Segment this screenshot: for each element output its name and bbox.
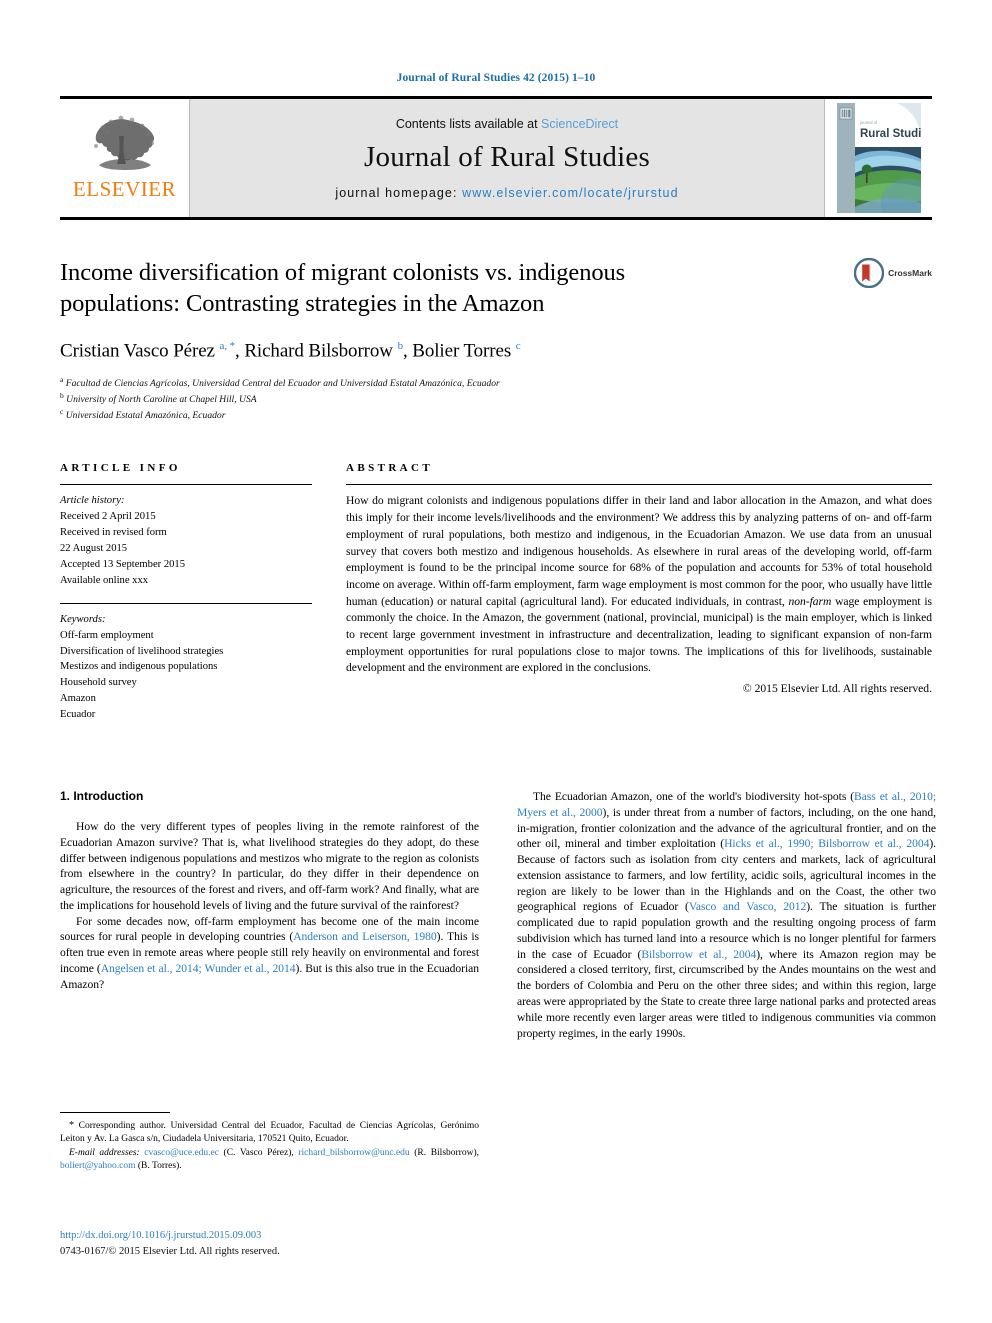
email-addresses-note: E-mail addresses: cvasco@uce.edu.ec (C. … bbox=[60, 1147, 479, 1172]
crossmark-icon bbox=[854, 258, 885, 288]
body-paragraph: For some decades now, off-farm employmen… bbox=[60, 914, 479, 991]
journal-cover-thumbnail: journal of Rural Studies bbox=[824, 99, 932, 217]
journal-masthead: ELSEVIER Contents lists available at Sci… bbox=[60, 96, 932, 220]
keyword-item: Off-farm employment bbox=[60, 629, 154, 641]
doi-block: http://dx.doi.org/10.1016/j.jrurstud.201… bbox=[60, 1228, 280, 1260]
abstract-heading: ABSTRACT bbox=[346, 462, 434, 475]
author-list: Cristian Vasco Pérez a, *, Richard Bilsb… bbox=[60, 339, 521, 362]
affiliation-line: c Universidad Estatal Amazónica, Ecuador bbox=[60, 407, 932, 423]
elsevier-wordmark: ELSEVIER bbox=[72, 177, 177, 201]
contents-available-line: Contents lists available at ScienceDirec… bbox=[396, 117, 618, 131]
footnote-block: * Corresponding author. Universidad Cent… bbox=[60, 1112, 479, 1174]
affiliation-text: University of North Caroline at Chapel H… bbox=[66, 394, 257, 406]
affiliation-line: a Facultad de Ciencias Agrícolas, Univer… bbox=[60, 375, 932, 391]
body-column-right: The Ecuadorian Amazon, one of the world'… bbox=[517, 789, 936, 1041]
article-page: Journal of Rural Studies 42 (2015) 1–10 … bbox=[0, 0, 992, 1323]
keywords-label: Keywords: bbox=[60, 613, 106, 625]
info-abstract-section: ARTICLE INFO Article history: Received 2… bbox=[60, 462, 932, 723]
keyword-item: Mestizos and indigenous populations bbox=[60, 661, 218, 673]
affiliation-marker: a bbox=[60, 375, 64, 385]
article-info-column: ARTICLE INFO Article history: Received 2… bbox=[60, 462, 312, 723]
cover-image-icon: journal of Rural Studies bbox=[836, 103, 921, 213]
affiliation-marker: b bbox=[60, 390, 64, 400]
corresponding-author-note: * Corresponding author. Universidad Cent… bbox=[60, 1120, 479, 1145]
affiliation-line: b University of North Caroline at Chapel… bbox=[60, 391, 932, 407]
page-title: Income diversification of migrant coloni… bbox=[60, 259, 626, 317]
keyword-item: Diversification of livelihood strategies bbox=[60, 645, 224, 657]
body-columns: 1. Introduction How do the very differen… bbox=[60, 789, 936, 1041]
sciencedirect-link[interactable]: ScienceDirect bbox=[541, 117, 618, 131]
elsevier-logo: ELSEVIER bbox=[60, 99, 190, 217]
running-head: Journal of Rural Studies 42 (2015) 1–10 bbox=[396, 72, 596, 84]
crossmark-label: CrossMark bbox=[888, 268, 932, 278]
contents-prefix: Contents lists available at bbox=[395, 116, 538, 131]
section-heading-introduction: 1. Introduction bbox=[60, 789, 144, 804]
svg-text:Rural Studies: Rural Studies bbox=[860, 128, 921, 140]
crossmark-badge[interactable]: CrossMark bbox=[854, 258, 932, 288]
masthead-center: Contents lists available at ScienceDirec… bbox=[190, 99, 824, 217]
article-history-item: Received in revised form bbox=[60, 527, 167, 539]
abstract-copyright: © 2015 Elsevier Ltd. All rights reserved… bbox=[742, 682, 932, 695]
divider bbox=[346, 484, 932, 486]
body-column-left: 1. Introduction How do the very differen… bbox=[60, 789, 479, 1041]
article-history-item: 22 August 2015 bbox=[60, 543, 128, 555]
article-info-heading: ARTICLE INFO bbox=[60, 462, 181, 475]
keyword-item: Household survey bbox=[60, 677, 137, 689]
journal-title: Journal of Rural Studies bbox=[364, 140, 650, 173]
abstract-column: ABSTRACT How do migrant colonists and in… bbox=[346, 462, 932, 723]
article-history-item: Received 2 April 2015 bbox=[60, 511, 156, 523]
elsevier-tree-icon bbox=[93, 115, 154, 170]
homepage-url-link[interactable]: www.elsevier.com/locate/jrurstud bbox=[462, 186, 679, 200]
divider bbox=[60, 484, 312, 486]
doi-link[interactable]: http://dx.doi.org/10.1016/j.jrurstud.201… bbox=[60, 1228, 280, 1244]
article-history-item: Accepted 13 September 2015 bbox=[60, 559, 186, 570]
affiliation-marker: c bbox=[60, 406, 64, 416]
affiliation-text: Facultad de Ciencias Agrícolas, Universi… bbox=[65, 378, 500, 390]
body-paragraph: The Ecuadorian Amazon, one of the world'… bbox=[517, 790, 936, 1040]
article-history-item: Available online xxx bbox=[60, 574, 149, 586]
homepage-prefix: journal homepage: bbox=[335, 185, 458, 200]
title-block: CrossMark Income diversification of migr… bbox=[60, 258, 932, 422]
keyword-item: Amazon bbox=[60, 693, 96, 705]
divider bbox=[60, 602, 312, 604]
body-paragraph: How do the very different types of peopl… bbox=[60, 820, 479, 912]
affiliation-text: Universidad Estatal Amazónica, Ecuador bbox=[65, 409, 226, 421]
abstract-text: How do migrant colonists and indigenous … bbox=[346, 494, 932, 675]
issn-copyright-line: 0743-0167/© 2015 Elsevier Ltd. All right… bbox=[60, 1245, 280, 1257]
journal-homepage-line: journal homepage: www.elsevier.com/locat… bbox=[335, 186, 678, 200]
keyword-item: Ecuador bbox=[60, 709, 96, 721]
footnote-divider bbox=[60, 1112, 170, 1113]
article-history-label: Article history: bbox=[60, 495, 125, 507]
svg-text:journal of: journal of bbox=[859, 120, 878, 125]
